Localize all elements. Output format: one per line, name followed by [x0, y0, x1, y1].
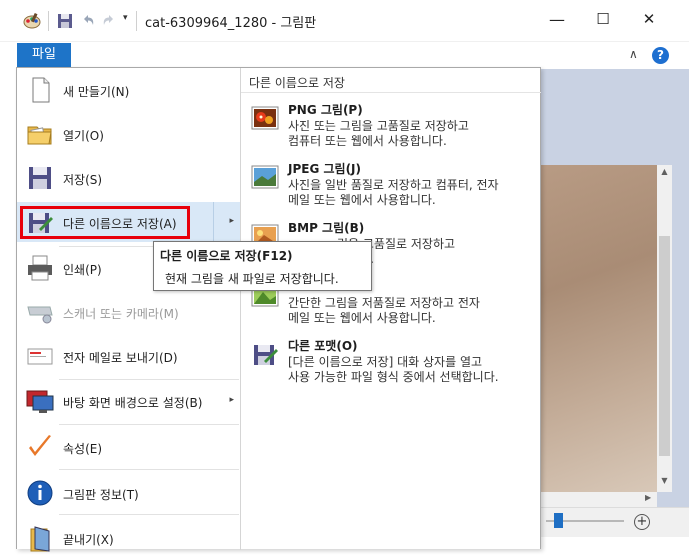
save-floppy-icon [29, 167, 51, 189]
save-as-jpeg[interactable]: JPEG 그림(J) 사진을 일반 품질로 저장하고 컴퓨터, 전자 메일 또는… [241, 158, 541, 216]
maximize-button[interactable]: ☐ [588, 10, 618, 32]
paint-app-icon[interactable] [22, 11, 42, 31]
close-button[interactable]: ✕ [634, 10, 664, 32]
save-as-option-title: PNG 그림(P) [288, 103, 363, 117]
menu-item-label: 인쇄(P) [63, 263, 102, 277]
menu-item-save[interactable]: 저장(S) [17, 158, 240, 198]
scroll-up-arrow[interactable]: ▲ [657, 167, 672, 181]
window-title: cat-6309964_1280 - 그림판 [145, 16, 317, 31]
menu-item-exit[interactable]: 끝내기(X) [17, 518, 240, 558]
save-as-option-desc: 사진 또는 그림을 고품질로 저장하고 컴퓨터 또는 웹에서 사용합니다. [288, 119, 469, 149]
menu-item-label: 끝내기(X) [63, 533, 114, 547]
qa-divider-2 [136, 11, 137, 31]
menu-item-label: 스캐너 또는 카메라(M) [63, 307, 179, 321]
minimize-button[interactable]: — [542, 10, 572, 32]
cat-image [540, 165, 657, 492]
zoom-in-button[interactable]: + [634, 514, 650, 530]
other-formats-icon [254, 345, 278, 365]
scroll-down-arrow[interactable]: ▼ [657, 476, 672, 490]
qa-divider [48, 11, 49, 31]
help-button[interactable]: ? [652, 47, 669, 64]
menu-item-about[interactable]: 그림판 정보(T) [17, 473, 240, 513]
split-divider [213, 202, 214, 242]
menu-item-label: 전자 메일로 보내기(D) [63, 351, 178, 365]
desc-line: 메일 또는 웹에서 사용합니다. [288, 311, 436, 325]
desc-line: 사용 가능한 파일 형식 중에서 선택합니다. [288, 370, 499, 384]
png-picture-icon [251, 106, 279, 130]
save-as-other-format[interactable]: 다른 포맷(O) [다른 이름으로 저장] 대화 상자를 열고 사용 가능한 파… [241, 335, 541, 393]
menu-item-open[interactable]: 열기(O) [17, 114, 240, 154]
submenu-heading-divider [241, 92, 541, 93]
menu-item-email[interactable]: 전자 메일로 보내기(D) [17, 336, 240, 376]
save-as-tooltip: 다른 이름으로 저장(F12) 현재 그림을 새 파일로 저장합니다. [153, 241, 372, 291]
save-as-png[interactable]: PNG 그림(P) 사진 또는 그림을 고품질로 저장하고 컴퓨터 또는 웹에서… [241, 99, 541, 157]
menu-item-label: 저장(S) [63, 173, 103, 187]
menu-separator [59, 379, 239, 380]
checkmark-icon [29, 435, 51, 456]
jpeg-picture-icon [251, 165, 279, 189]
desc-line: 간단한 그림을 저품질로 저장하고 전자 [288, 296, 480, 310]
menu-separator [59, 514, 239, 515]
scroll-right-arrow[interactable]: ▶ [645, 493, 651, 502]
collapse-ribbon-icon[interactable]: ∧ [629, 47, 638, 61]
menu-item-label: 열기(O) [63, 129, 104, 143]
save-icon[interactable] [57, 11, 73, 31]
save-as-option-desc: 사진을 일반 품질로 저장하고 컴퓨터, 전자 메일 또는 웹에서 사용합니다. [288, 178, 499, 208]
save-as-option-desc: [다른 이름으로 저장] 대화 상자를 열고 사용 가능한 파일 형식 중에서 … [288, 355, 499, 385]
menu-item-scanner[interactable]: 스캐너 또는 카메라(M) [17, 292, 240, 332]
desc-line: 사진 또는 그림을 고품질로 저장하고 [288, 119, 469, 133]
submenu-arrow-icon[interactable]: ▸ [229, 395, 234, 405]
desc-line: 메일 또는 웹에서 사용합니다. [288, 193, 436, 207]
menu-item-properties[interactable]: 속성(E) [17, 427, 240, 467]
submenu-heading: 다른 이름으로 저장 [249, 76, 345, 90]
save-as-option-desc: 간단한 그림을 저품질로 저장하고 전자 메일 또는 웹에서 사용합니다. [288, 296, 480, 326]
new-file-icon [32, 77, 50, 103]
scanner-icon [27, 306, 53, 324]
desc-line: 사진을 일반 품질로 저장하고 컴퓨터, 전자 [288, 178, 499, 192]
printer-icon [28, 255, 52, 281]
vertical-scroll-thumb[interactable] [659, 236, 670, 456]
window-bottom [540, 537, 689, 549]
info-icon [27, 480, 53, 506]
red-highlight-outline [20, 206, 190, 239]
menu-item-new[interactable]: 새 만들기(N) [17, 70, 240, 110]
file-tab[interactable]: 파일 [17, 43, 71, 67]
save-as-submenu: 다른 이름으로 저장 PNG 그림(P) 사진 또는 그림을 고품질로 저장하고… [241, 68, 541, 550]
undo-icon[interactable] [80, 11, 96, 31]
menu-separator [59, 424, 239, 425]
menu-separator [59, 469, 239, 470]
tooltip-body: 현재 그림을 새 파일로 저장합니다. [165, 272, 339, 286]
customize-qa-icon[interactable]: ▾ [123, 13, 128, 33]
redo-icon[interactable] [101, 11, 117, 31]
submenu-arrow-icon[interactable]: ▸ [229, 216, 234, 226]
save-as-option-title: BMP 그림(B) [288, 221, 365, 235]
file-menu: 새 만들기(N) 열기(O) 저장(S) 다른 이름으로 저장(A) ▸ 인쇄(… [16, 67, 541, 552]
menu-item-label: 속성(E) [63, 442, 103, 456]
zoom-slider-thumb[interactable] [554, 513, 563, 528]
email-icon [27, 348, 53, 365]
desc-line: 컴퓨터 또는 웹에서 사용합니다. [288, 134, 447, 148]
menu-item-label: 새 만들기(N) [63, 85, 130, 99]
menu-item-label: 그림판 정보(T) [63, 488, 139, 502]
save-as-option-title: 다른 포맷(O) [288, 339, 358, 353]
menu-item-label: 바탕 화면 배경으로 설정(B) [63, 396, 203, 410]
desc-line: [다른 이름으로 저장] 대화 상자를 열고 [288, 355, 483, 369]
tooltip-title: 다른 이름으로 저장(F12) [160, 249, 293, 263]
horizontal-scrollbar[interactable]: ▶ [540, 492, 657, 507]
menu-item-save-as[interactable]: 다른 이름으로 저장(A) ▸ [17, 202, 240, 242]
title-bar: ▾ cat-6309964_1280 - 그림판 — ☐ ✕ [0, 0, 689, 42]
ribbon-bar [0, 42, 689, 69]
desktop-background-icon [26, 390, 54, 413]
save-as-option-title: JPEG 그림(J) [288, 162, 361, 176]
menu-item-desktop-background[interactable]: 바탕 화면 배경으로 설정(B) ▸ [17, 381, 240, 421]
file-menu-commands: 새 만들기(N) 열기(O) 저장(S) 다른 이름으로 저장(A) ▸ 인쇄(… [17, 68, 241, 552]
open-folder-icon [27, 126, 52, 145]
